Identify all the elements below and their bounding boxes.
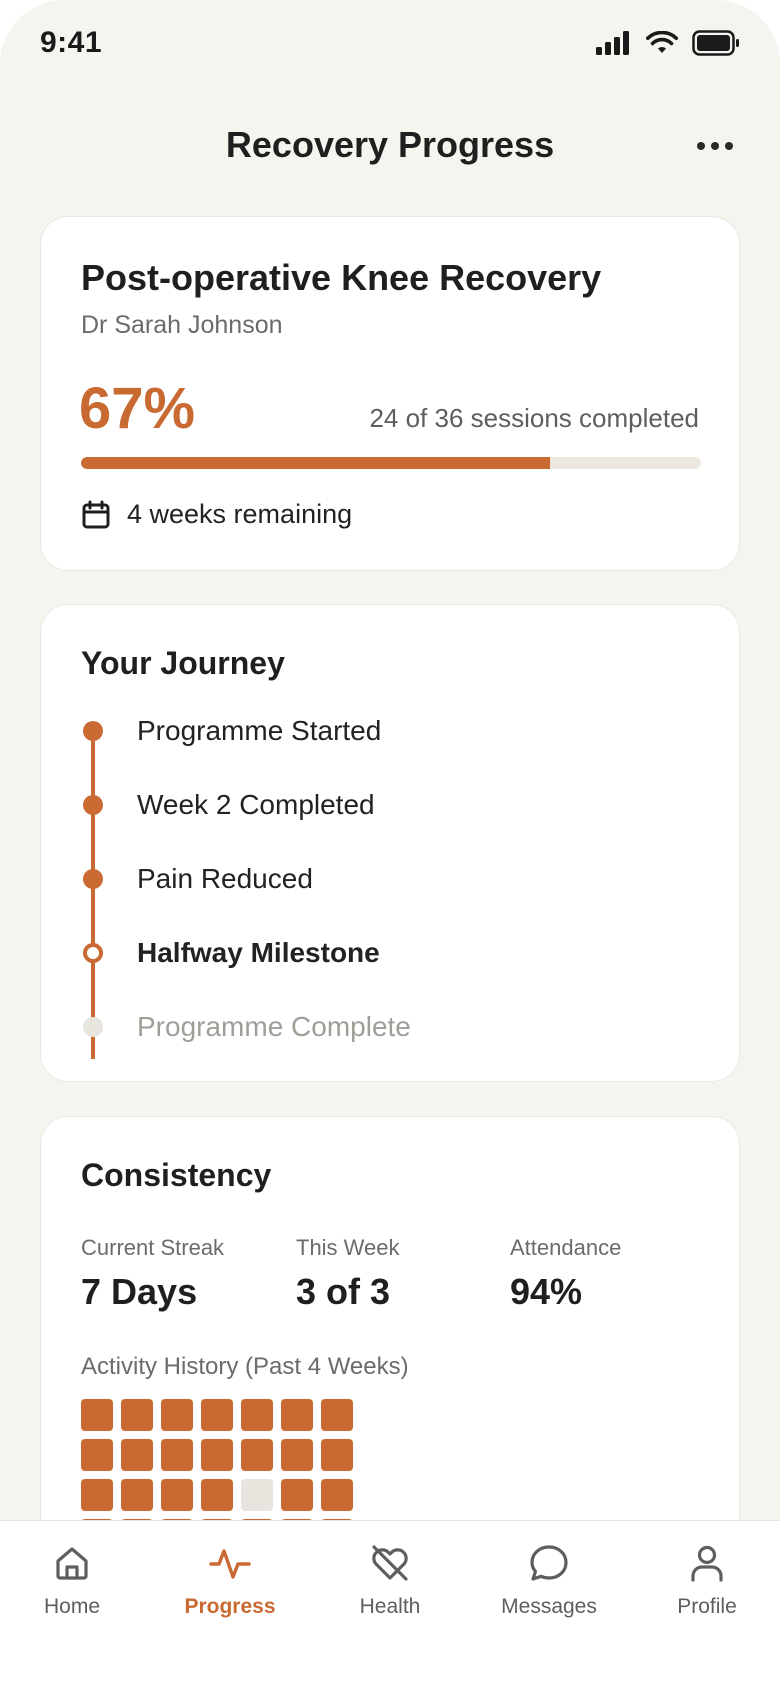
nav-progress[interactable]: Progress xyxy=(160,1543,300,1619)
wifi-icon xyxy=(646,31,678,53)
journey-card: Your Journey Programme Started Week 2 Co… xyxy=(40,604,740,1082)
user-icon xyxy=(691,1545,723,1582)
milestone-done-dot xyxy=(83,869,103,889)
activity-day-active xyxy=(321,1399,353,1431)
bottom-nav: Home Progress Health Messages Profile xyxy=(0,1520,780,1688)
activity-icon xyxy=(209,1549,251,1579)
milestone-label: Programme Complete xyxy=(137,1011,411,1042)
stat-label: Current Streak xyxy=(81,1235,225,1260)
activity-day-active xyxy=(121,1399,153,1431)
activity-day-active xyxy=(241,1439,273,1471)
activity-day-active xyxy=(81,1399,113,1431)
milestone-done-dot xyxy=(83,795,103,815)
activity-day-active xyxy=(321,1439,353,1471)
milestone-label: Week 2 Completed xyxy=(137,789,375,820)
more-options-button[interactable] xyxy=(690,126,740,166)
nav-profile[interactable]: Profile xyxy=(637,1543,777,1619)
stat-value: 94% xyxy=(510,1271,583,1312)
status-time: 9:41 xyxy=(40,26,103,59)
more-dots-icon xyxy=(697,142,705,150)
milestone-pending-dot xyxy=(83,1017,103,1037)
status-bar: 9:41 xyxy=(0,0,780,90)
stat-label: This Week xyxy=(296,1235,400,1260)
activity-day-active xyxy=(161,1439,193,1471)
activity-day-active xyxy=(121,1479,153,1511)
calendar-icon xyxy=(82,500,110,528)
program-doctor: Dr Sarah Johnson xyxy=(81,311,283,339)
nav-health[interactable]: Health xyxy=(320,1543,460,1619)
activity-day-missed xyxy=(241,1479,273,1511)
stat-current-streak: Current Streak 7 Days xyxy=(81,1235,224,1313)
progress-bar xyxy=(81,457,701,469)
milestone-done-dot xyxy=(83,721,103,741)
activity-day-active xyxy=(161,1479,193,1511)
activity-day-active xyxy=(281,1479,313,1511)
milestone-label: Halfway Milestone xyxy=(137,937,380,968)
stat-attendance: Attendance 94% xyxy=(510,1235,621,1313)
consistency-heading: Consistency xyxy=(81,1157,272,1193)
journey-heading: Your Journey xyxy=(81,645,285,681)
milestone-item-pending[interactable]: Programme Complete xyxy=(41,1007,741,1047)
activity-day-active xyxy=(321,1479,353,1511)
milestone-item[interactable]: Programme Started xyxy=(41,711,741,751)
message-icon xyxy=(530,1545,568,1581)
milestone-item-current[interactable]: Halfway Milestone xyxy=(41,933,741,973)
milestone-current-dot xyxy=(83,943,103,963)
activity-day-active xyxy=(201,1399,233,1431)
activity-day-active xyxy=(201,1479,233,1511)
app-screen: 9:41 Recovery Progress Post-operative Kn… xyxy=(0,0,780,1688)
progress-bar-fill xyxy=(81,457,551,469)
battery-icon xyxy=(692,30,739,56)
activity-day-active xyxy=(281,1399,313,1431)
activity-history-label: Activity History (Past 4 Weeks) xyxy=(81,1353,409,1380)
nav-label: Home xyxy=(43,1595,101,1618)
nav-label: Health xyxy=(359,1595,421,1618)
activity-day-active xyxy=(281,1439,313,1471)
program-title: Post-operative Knee Recovery xyxy=(81,257,602,298)
progress-percent: 67% xyxy=(79,376,196,441)
nav-label: Messages xyxy=(501,1595,597,1618)
milestone-label: Programme Started xyxy=(137,715,382,746)
activity-day-active xyxy=(121,1439,153,1471)
stat-label: Attendance xyxy=(510,1235,622,1260)
activity-day-active xyxy=(241,1399,273,1431)
nav-home[interactable]: Home xyxy=(2,1543,142,1619)
activity-day-active xyxy=(81,1479,113,1511)
home-icon xyxy=(56,1547,88,1580)
stat-value: 7 Days xyxy=(81,1271,198,1312)
signal-icon xyxy=(596,31,629,55)
milestone-item[interactable]: Pain Reduced xyxy=(41,859,741,899)
sessions-completed-text: 24 of 36 sessions completed xyxy=(369,403,699,433)
weeks-remaining-row: 4 weeks remaining xyxy=(81,499,352,530)
activity-day-active xyxy=(81,1439,113,1471)
heart-off-icon xyxy=(372,1545,408,1581)
nav-label: Progress xyxy=(184,1595,276,1618)
page-title: Recovery Progress xyxy=(225,124,555,165)
milestone-item[interactable]: Week 2 Completed xyxy=(41,785,741,825)
activity-day-active xyxy=(201,1439,233,1471)
stat-value: 3 of 3 xyxy=(296,1271,391,1312)
status-icons xyxy=(596,30,740,56)
weeks-remaining-text: 4 weeks remaining xyxy=(127,499,353,529)
program-card[interactable]: Post-operative Knee Recovery Dr Sarah Jo… xyxy=(40,216,740,571)
stat-this-week: This Week 3 of 3 xyxy=(296,1235,400,1313)
nav-messages[interactable]: Messages xyxy=(479,1543,619,1619)
nav-label: Profile xyxy=(677,1595,737,1618)
milestone-label: Pain Reduced xyxy=(137,863,313,894)
header: Recovery Progress xyxy=(0,110,780,180)
activity-day-active xyxy=(161,1399,193,1431)
